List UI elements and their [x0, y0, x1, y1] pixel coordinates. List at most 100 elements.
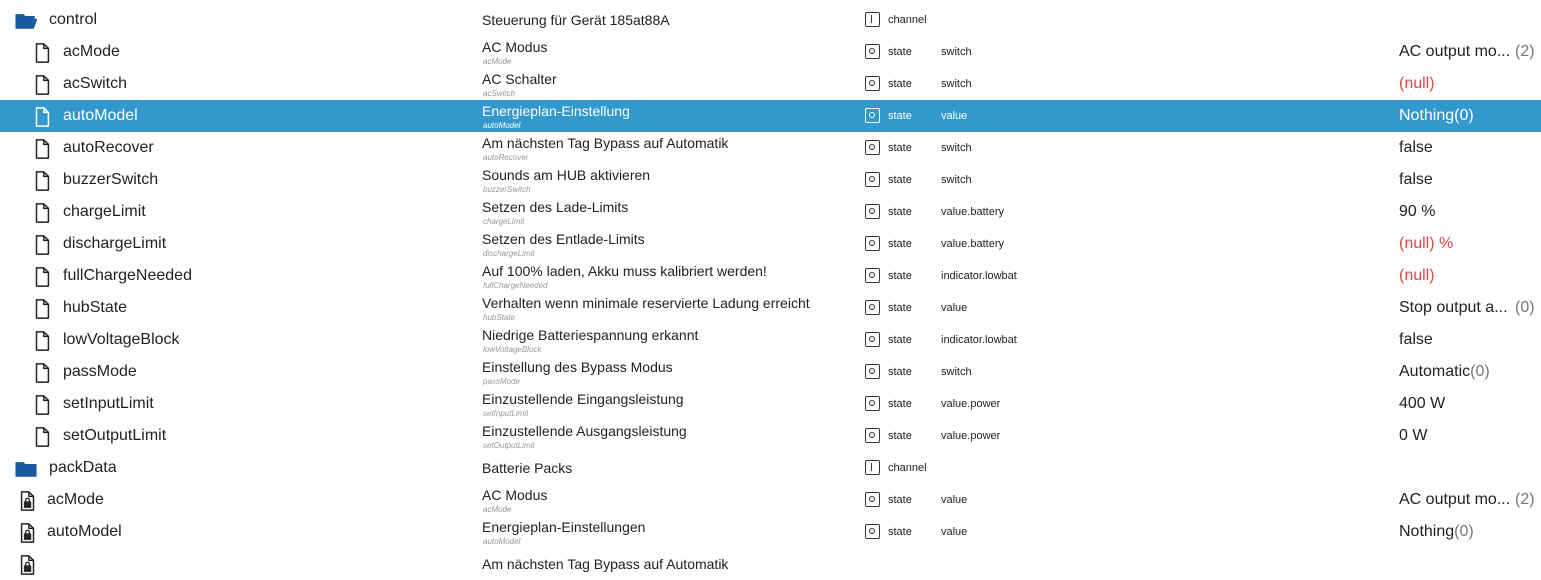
- object-role: value.power: [941, 430, 1001, 442]
- object-description-key: autoRecover: [483, 153, 529, 162]
- object-value[interactable]: Automatic(0): [1399, 363, 1490, 381]
- object-value[interactable]: (null): [1399, 75, 1435, 93]
- tree-row[interactable]: autoRecover Am nächsten Tag Bypass auf Au…: [0, 132, 1541, 164]
- object-description: Verhalten wenn minimale reservierte Ladu…: [482, 295, 810, 311]
- object-role: indicator.lowbat: [941, 270, 1017, 282]
- tree-row[interactable]: autoModel Energieplan-Einstellungen autoMo…: [0, 516, 1541, 548]
- object-value-text: (null) %: [1399, 235, 1454, 252]
- object-description-key: acMode: [483, 505, 512, 514]
- object-value-code: (0): [1515, 299, 1535, 316]
- object-role: switch: [941, 142, 972, 154]
- object-value[interactable]: 400 W: [1399, 395, 1445, 413]
- object-type: channel: [888, 462, 927, 474]
- tree-row[interactable]: acSwitch AC Schalter acSwitch state switch (n…: [0, 68, 1541, 100]
- state-type-icon: [865, 108, 880, 123]
- state-type-icon: [865, 364, 880, 379]
- tree-row[interactable]: chargeLimit Setzen des Lade-Limits chargeL…: [0, 196, 1541, 228]
- object-description: Einzustellende Eingangsleistung: [482, 391, 684, 407]
- object-value-code: (0): [1454, 523, 1474, 540]
- state-type-icon: [865, 396, 880, 411]
- tree-row[interactable]: passMode Einstellung des Bypass Modus pass…: [0, 356, 1541, 388]
- tree-row[interactable]: fullChargeNeeded Auf 100% laden, Akku mus…: [0, 260, 1541, 292]
- object-value[interactable]: Nothing(0): [1399, 523, 1474, 541]
- object-type: state: [888, 174, 912, 186]
- object-value-text: (null): [1399, 75, 1435, 92]
- object-type: state: [888, 270, 912, 282]
- object-description: Einzustellende Ausgangsleistung: [482, 423, 687, 439]
- object-role: value: [941, 526, 968, 538]
- locked-file-icon: [17, 490, 39, 512]
- object-value[interactable]: 90 %: [1399, 203, 1435, 221]
- object-id: acMode: [47, 491, 104, 508]
- object-value[interactable]: false: [1399, 171, 1433, 189]
- object-id: acSwitch: [63, 75, 128, 92]
- object-value-text: AC output mo...: [1399, 491, 1511, 508]
- object-id: chargeLimit: [63, 203, 146, 220]
- object-description: Niedrige Batteriespannung erkannt: [482, 327, 699, 343]
- object-id: autoModel: [47, 523, 122, 540]
- object-type: state: [888, 366, 912, 378]
- file-icon: [31, 170, 53, 192]
- state-type-icon: [865, 204, 880, 219]
- object-id: buzzerSwitch: [63, 171, 159, 188]
- state-type-icon: [865, 428, 880, 443]
- file-icon: [31, 234, 53, 256]
- object-value-code: (0): [1470, 363, 1490, 380]
- object-value-text: false: [1399, 331, 1433, 348]
- object-id: acMode: [63, 43, 120, 60]
- tree-row[interactable]: Am nächsten Tag Bypass auf Automatik: [0, 548, 1541, 580]
- object-value-code: (0): [1454, 107, 1474, 124]
- object-description: Am nächsten Tag Bypass auf Automatik: [482, 556, 729, 572]
- channel-type-icon: [865, 460, 880, 475]
- object-value[interactable]: Nothing(0): [1399, 107, 1474, 125]
- object-type: state: [888, 494, 912, 506]
- file-icon: [31, 330, 53, 352]
- object-description: AC Modus: [482, 39, 548, 55]
- object-role: value: [941, 494, 968, 506]
- folder-icon[interactable]: [15, 458, 37, 480]
- object-value[interactable]: AC output mo...: [1399, 43, 1510, 61]
- object-description: AC Modus: [482, 487, 548, 503]
- file-icon: [31, 426, 53, 448]
- object-type: state: [888, 206, 912, 218]
- object-type: state: [888, 526, 912, 538]
- object-value[interactable]: AC output mo...: [1399, 491, 1510, 509]
- tree-folder-row[interactable]: control Steuerung für Gerät 185at88A chann…: [0, 4, 1541, 36]
- object-type: state: [888, 46, 912, 58]
- object-type: state: [888, 110, 912, 122]
- object-value[interactable]: (null): [1399, 267, 1435, 285]
- object-value-text: 0 W: [1399, 427, 1428, 444]
- object-value-text: 90 %: [1399, 203, 1436, 220]
- object-description-key: autoModel: [483, 537, 521, 546]
- object-value[interactable]: 0 W: [1399, 427, 1427, 445]
- tree-row[interactable]: acMode AC Modus acMode state value AC output …: [0, 484, 1541, 516]
- object-description-key: lowVoltageBlock: [483, 345, 542, 354]
- object-value-text: Nothing: [1399, 107, 1455, 124]
- tree-row[interactable]: setInputLimit Einzustellende Eingangsleis…: [0, 388, 1541, 420]
- tree-row[interactable]: autoModel Energieplan-Einstellung autoMode…: [0, 100, 1541, 132]
- tree-row[interactable]: setOutputLimit Einzustellende Ausgangslei…: [0, 420, 1541, 452]
- object-id: lowVoltageBlock: [63, 331, 180, 348]
- tree-folder-row[interactable]: packData Batterie Packs channel: [0, 452, 1541, 484]
- object-value[interactable]: false: [1399, 139, 1433, 157]
- tree-row[interactable]: acMode AC Modus acMode state switch AC output…: [0, 36, 1541, 68]
- object-value[interactable]: (null) %: [1399, 235, 1453, 253]
- file-icon: [31, 362, 53, 384]
- state-type-icon: [865, 524, 880, 539]
- object-id: dischargeLimit: [63, 235, 167, 252]
- file-icon: [31, 42, 53, 64]
- tree-row[interactable]: buzzerSwitch Sounds am HUB aktivieren buzz…: [0, 164, 1541, 196]
- tree-row[interactable]: lowVoltageBlock Niedrige Batteriespannung…: [0, 324, 1541, 356]
- object-value-text: false: [1399, 139, 1433, 156]
- object-description-key: autoModel: [483, 121, 521, 130]
- folder-open-icon[interactable]: [15, 10, 37, 32]
- object-value[interactable]: Stop output a...: [1399, 299, 1508, 317]
- object-description-key: passMode: [483, 377, 520, 386]
- tree-row[interactable]: hubState Verhalten wenn minimale reservie…: [0, 292, 1541, 324]
- object-description: AC Schalter: [482, 71, 557, 87]
- file-icon: [31, 106, 53, 128]
- state-type-icon: [865, 492, 880, 507]
- object-value[interactable]: false: [1399, 331, 1433, 349]
- object-description: Energieplan-Einstellungen: [482, 519, 646, 535]
- tree-row[interactable]: dischargeLimit Setzen des Entlade-Limits d…: [0, 228, 1541, 260]
